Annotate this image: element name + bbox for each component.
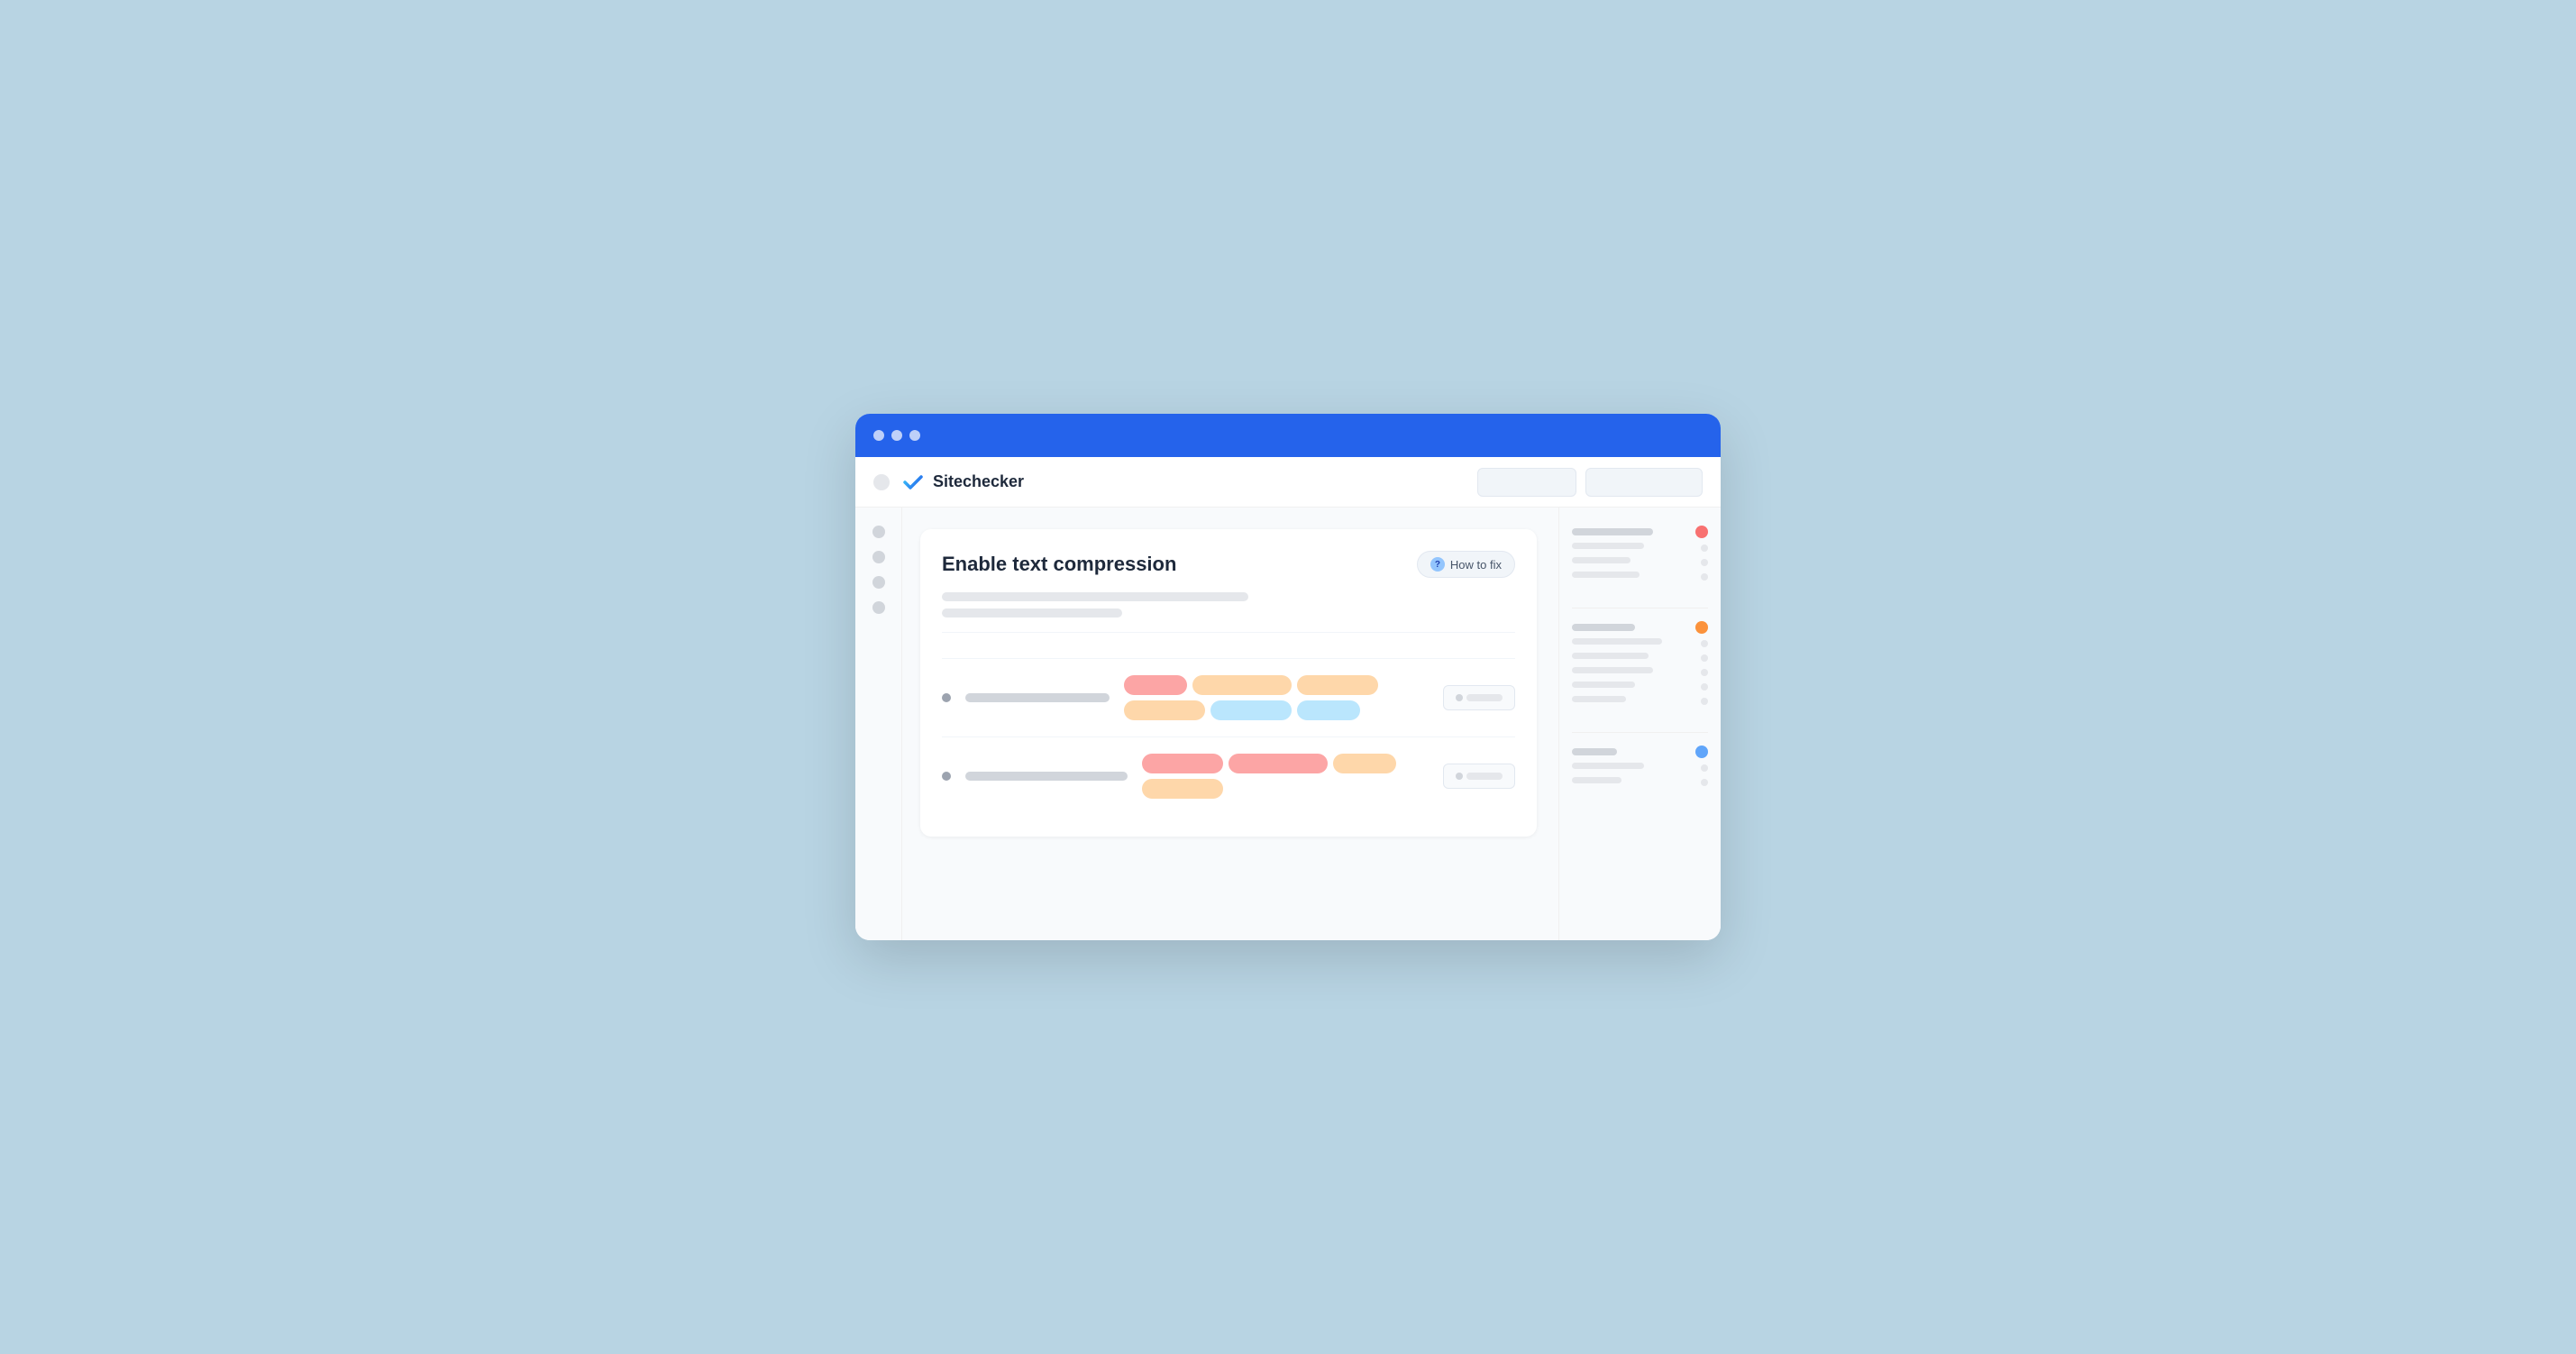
browser-titlebar [855,414,1721,457]
rp-sub-10 [1572,777,1621,783]
row-1-action[interactable] [1443,685,1515,710]
rp-dot-3 [1701,573,1708,581]
tag-orange-5 [1142,779,1223,799]
browser-content: Enable text compression ? How to fix [855,508,1721,940]
rp-sub-3 [1572,572,1640,578]
brand-name: Sitechecker [933,472,1024,491]
rp-sub-8 [1572,696,1626,702]
rp-row-13 [1572,777,1708,787]
card-header: Enable text compression ? How to fix [942,551,1515,578]
rp-badge-orange [1695,621,1708,634]
tag-pink-1 [1124,675,1187,695]
row-1-label [965,693,1110,702]
tag-pink-3 [1229,754,1328,773]
toolbar-btn-2[interactable] [1585,468,1703,497]
main-card: Enable text compression ? How to fix [920,529,1537,837]
tag-orange-2 [1297,675,1378,695]
rp-row-10 [1572,696,1708,706]
rp-badge-blue [1695,746,1708,758]
right-panel [1558,508,1721,940]
how-to-fix-button[interactable]: ? How to fix [1417,551,1515,578]
rp-sub-6 [1572,667,1653,673]
window-dot-1 [873,430,884,441]
rp-row-5 [1572,621,1708,634]
rp-dot-8 [1701,698,1708,705]
rp-section-3 [1572,746,1708,791]
rp-sub-5 [1572,653,1649,659]
action-line-1 [1466,694,1503,701]
rp-dot-2 [1701,559,1708,566]
rp-row-8 [1572,667,1708,677]
tag-blue-2 [1297,700,1360,720]
rp-line-1 [1572,528,1653,535]
row-1-tags [1124,675,1429,720]
action-dot-1 [1456,694,1463,701]
rp-sub-4 [1572,638,1662,645]
action-line-2 [1466,773,1503,780]
left-sidebar [855,508,902,940]
browser-toolbar: Sitechecker [855,457,1721,508]
rp-row-6 [1572,638,1708,648]
toolbar-btn-1[interactable] [1477,468,1576,497]
rp-dot-5 [1701,654,1708,662]
desc-line-1 [942,592,1248,601]
rp-line-3 [1572,748,1617,755]
rp-row-11 [1572,746,1708,758]
rp-row-4 [1572,572,1708,581]
toolbar-circle [873,474,890,490]
rp-row-9 [1572,682,1708,691]
rp-dot-10 [1701,779,1708,786]
rp-row-2 [1572,543,1708,553]
tag-blue-1 [1210,700,1292,720]
card-divider-1 [942,632,1515,633]
desc-line-2 [942,608,1122,618]
brand-logo [900,470,926,495]
rp-dot-9 [1701,764,1708,772]
row-2-label [965,772,1128,781]
row-2-bullet [942,772,951,781]
rp-dot-6 [1701,669,1708,676]
window-dot-2 [891,430,902,441]
rp-row-1 [1572,526,1708,538]
rp-dot-7 [1701,683,1708,691]
rp-sub-2 [1572,557,1631,563]
rp-divider-2 [1572,732,1708,733]
toolbar-buttons [1477,468,1703,497]
rp-dot-4 [1701,640,1708,647]
rp-badge-red [1695,526,1708,538]
window-dot-3 [909,430,920,441]
sidebar-dot-3 [872,576,885,589]
rp-row-12 [1572,763,1708,773]
tag-orange-4 [1333,754,1396,773]
main-content: Enable text compression ? How to fix [902,508,1558,940]
table-row-2 [942,736,1515,815]
rp-section-1 [1572,526,1708,586]
brand: Sitechecker [900,470,1466,495]
rp-row-7 [1572,653,1708,663]
card-title: Enable text compression [942,553,1176,576]
rp-sub-7 [1572,682,1635,688]
rp-sub-1 [1572,543,1644,549]
table-row-1 [942,658,1515,736]
rp-dot-1 [1701,544,1708,552]
spacer-1 [942,647,1515,658]
how-to-fix-label: How to fix [1450,558,1502,572]
action-dot-2 [1456,773,1463,780]
sidebar-dot-2 [872,551,885,563]
rp-section-2 [1572,621,1708,710]
rp-sub-9 [1572,763,1644,769]
browser-window: Sitechecker Enable text compression ? [855,414,1721,940]
tag-pink-2 [1142,754,1223,773]
tag-orange-3 [1124,700,1205,720]
row-2-tags [1142,754,1429,799]
how-to-fix-icon: ? [1430,557,1445,572]
rp-row-3 [1572,557,1708,567]
sidebar-dot-4 [872,601,885,614]
tag-orange-1 [1192,675,1292,695]
rp-line-2 [1572,624,1635,631]
row-2-action[interactable] [1443,764,1515,789]
row-1-bullet [942,693,951,702]
sidebar-dot-1 [872,526,885,538]
